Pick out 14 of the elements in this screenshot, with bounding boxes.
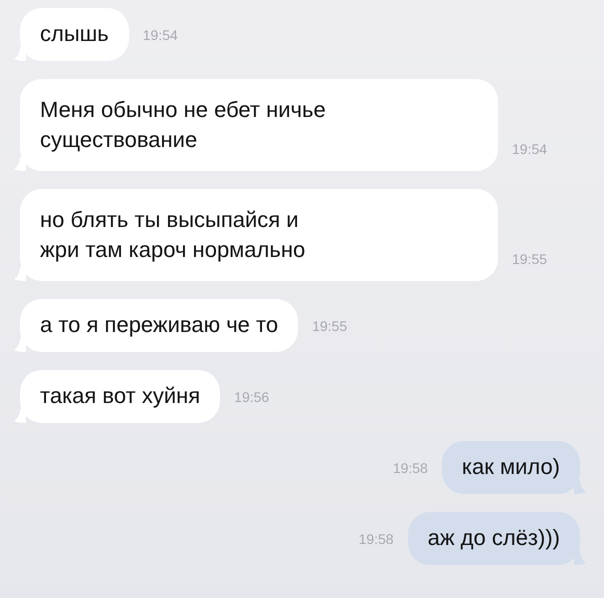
message-time: 19:56 <box>234 388 270 404</box>
message-bubble: слышь <box>20 8 129 61</box>
message-time: 19:54 <box>142 26 178 42</box>
message-bubble: Меня обычно не ебет ничье существование <box>20 79 498 171</box>
message-time: 19:58 <box>358 530 394 546</box>
message-time: 19:54 <box>512 141 548 159</box>
message-bubble: такая вот хуйня <box>20 370 220 423</box>
message-time: 19:55 <box>312 318 348 334</box>
message-bubble: а то я переживаю че то <box>20 299 298 352</box>
message-bubble: аж до слёз))) <box>408 512 580 565</box>
message-bubble: но блять ты высыпайся и жри там кароч нормально <box>20 189 498 281</box>
message-bubble: как мило) <box>442 441 580 494</box>
message-time: 19:58 <box>392 460 428 476</box>
message-time: 19:55 <box>512 251 548 269</box>
